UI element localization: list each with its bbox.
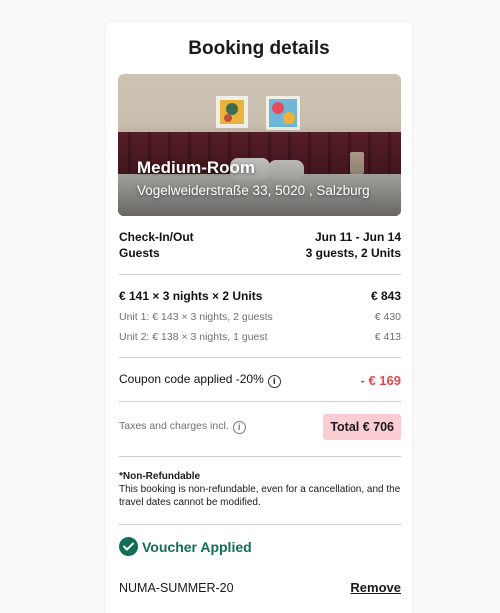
total-row: Taxes and charges incl. i Total € 706 [119, 414, 401, 440]
check-circle-icon [119, 537, 138, 556]
room-hero-image: Medium-Room Vogelweiderstraße 33, 5020 ,… [118, 74, 401, 216]
unit-row: Unit 1: € 143 × 3 nights, 2 guests € 430 [119, 311, 401, 323]
divider [119, 401, 401, 402]
unit-label: Unit 2: € 138 × 3 nights, 1 guest [119, 331, 268, 343]
total-badge: Total € 706 [323, 414, 401, 440]
coupon-label: Coupon code applied -20% [119, 372, 264, 386]
coupon-discount-value: - € 169 [360, 372, 401, 388]
refund-policy-text: This booking is non-refundable, even for… [119, 484, 401, 508]
taxes-label-wrap: Taxes and charges incl. i [119, 420, 246, 434]
divider [119, 456, 401, 457]
remove-voucher-button[interactable]: Remove [350, 580, 401, 595]
unit-value: € 430 [374, 311, 401, 323]
unit-label: Unit 1: € 143 × 3 nights, 2 guests [119, 311, 273, 323]
room-name: Medium-Room [137, 158, 256, 177]
voucher-code-row: NUMA-SUMMER-20 Remove [119, 580, 401, 595]
booking-card: Booking details Medium-Room Vogelweiders… [106, 22, 412, 613]
divider [119, 357, 401, 358]
unit-row: Unit 2: € 138 × 3 nights, 1 guest € 413 [119, 331, 401, 343]
voucher-status-label: Voucher Applied [142, 538, 252, 555]
guests-value: 3 guests, 2 Units [305, 246, 401, 260]
checkin-row: Check-In/Out Jun 11 - Jun 14 [119, 230, 401, 244]
checkin-label: Check-In/Out [119, 230, 194, 244]
taxes-label: Taxes and charges incl. [119, 420, 229, 432]
coupon-label-wrap: Coupon code applied -20% i [119, 372, 281, 388]
voucher-status: Voucher Applied [119, 537, 252, 556]
room-address: Vogelweiderstraße 33, 5020 , Salzburg [137, 183, 370, 198]
checkin-value: Jun 11 - Jun 14 [314, 230, 401, 244]
info-icon[interactable]: i [267, 375, 281, 388]
divider [119, 274, 401, 275]
unit-value: € 413 [374, 331, 401, 343]
page: Booking details Medium-Room Vogelweiders… [0, 0, 500, 613]
info-icon[interactable]: i [232, 421, 246, 434]
price-summary-label: € 141 × 3 nights × 2 Units [119, 289, 263, 303]
page-title: Booking details [188, 38, 330, 59]
coupon-row: Coupon code applied -20% i - € 169 [119, 372, 401, 388]
price-summary-row: € 141 × 3 nights × 2 Units € 843 [119, 289, 401, 303]
guests-label: Guests [119, 246, 160, 260]
guests-row: Guests 3 guests, 2 Units [119, 246, 401, 260]
refund-policy: *Non-Refundable This booking is non-refu… [119, 470, 401, 509]
divider [119, 524, 401, 525]
price-summary-value: € 843 [370, 289, 401, 303]
refund-policy-title: *Non-Refundable [119, 471, 201, 482]
voucher-code: NUMA-SUMMER-20 [119, 580, 234, 595]
